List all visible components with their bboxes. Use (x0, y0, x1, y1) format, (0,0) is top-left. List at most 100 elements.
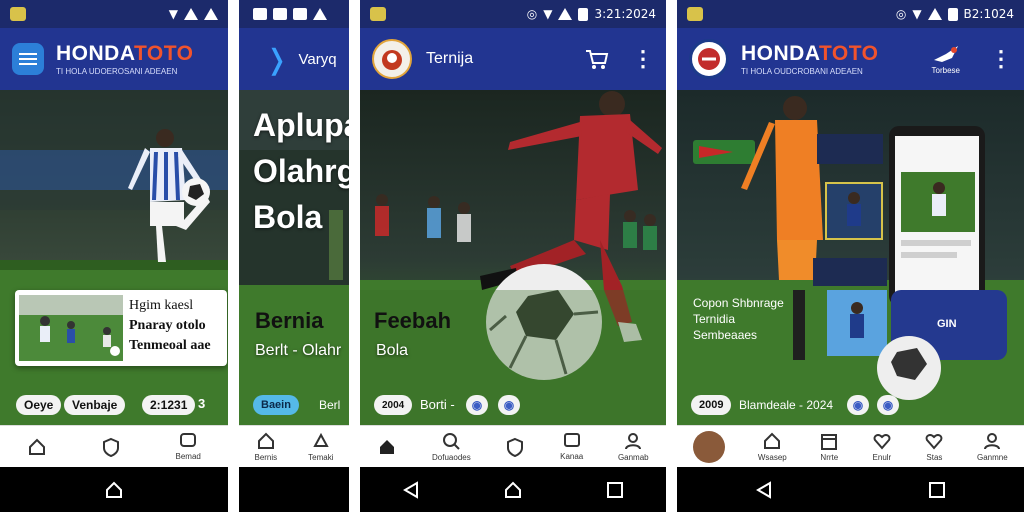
nav-calendar[interactable]: Nrrte (819, 431, 839, 462)
app-header: HONDATOTO TI HOLA UDOEROSANI ADEAEN (0, 28, 228, 90)
nav-shield[interactable] (101, 437, 121, 457)
chip-text: Blamdeale - 2024 (739, 398, 834, 412)
chip-dot-1[interactable]: ◉ (847, 395, 869, 415)
chip-dot-2[interactable]: ◉ (877, 395, 899, 415)
chip-dot-1[interactable]: ◉ (466, 395, 488, 415)
page-title: Ternija (426, 50, 474, 67)
promo-illustration (677, 90, 1024, 425)
home-icon[interactable] (503, 480, 523, 500)
hero-title-line-3: Bola (253, 199, 323, 235)
system-nav-bar (360, 467, 666, 512)
brand-tagline: TI HOLA OUDCROBANI ADEAEN (741, 66, 863, 76)
system-nav-bar (0, 467, 228, 512)
signal-icon (184, 8, 198, 20)
chip-date[interactable]: 2004 (374, 395, 413, 415)
menu-button[interactable] (12, 43, 44, 75)
signal-icon (927, 8, 942, 20)
recents-icon[interactable] (927, 480, 947, 500)
search-icon (443, 433, 461, 450)
nav-home[interactable] (377, 437, 397, 457)
app-header: Ternija ⋮ (360, 28, 666, 90)
more-vert-icon[interactable]: ⋮ (632, 46, 654, 72)
signal-icon (558, 8, 573, 20)
nav-avatar[interactable] (693, 430, 726, 463)
stadium-illustration (0, 90, 228, 425)
promo-line-1: Copon Shbnrage (693, 296, 784, 310)
nav-chat[interactable]: Kanaa (560, 432, 583, 461)
card-line-1: Hgim kaesl (129, 298, 194, 313)
heart-icon (873, 434, 891, 450)
promo-line-3: Sembeaaes (693, 328, 758, 342)
chip-year[interactable]: 2009 (691, 395, 732, 415)
system-nav-bar (239, 467, 349, 512)
chip-2[interactable]: Venbaje (64, 395, 126, 415)
bottom-nav: Bernis Temaki (239, 425, 349, 467)
calendar-icon (821, 434, 838, 450)
promo-line-2: Ternidia (693, 312, 736, 326)
hero-title-line-1: Aplupasi Bernja (253, 107, 349, 143)
hero-banner: Copon Shbnrage Ternidia Sembeaaes GIN 20… (677, 90, 1024, 425)
notification-icon (370, 7, 386, 21)
club-logo (689, 39, 729, 79)
nav-alerts[interactable]: Temaki (308, 431, 334, 462)
match-card[interactable]: Hgim kaesl Pnaray otolo Tenmeoal aae (15, 290, 227, 366)
nav-calendar-label: Nrrte (820, 453, 839, 462)
chip-text: Borti - (420, 397, 455, 412)
nav-alerts-label: Temaki (308, 453, 334, 462)
nav-search[interactable]: Dofuaodes (432, 431, 471, 462)
cart-icon[interactable] (584, 47, 610, 71)
page-title: Varyq (298, 50, 337, 68)
nav-chat-label: Bemad (175, 452, 201, 461)
nav-favorites[interactable]: Enulr (872, 431, 892, 462)
more-vert-icon[interactable]: ⋮ (990, 46, 1012, 72)
home-icon (257, 432, 274, 449)
phone-screen-3: ◎ ▼ 3:21:2024 Ternija ⋮ 2004 Borti - ◉ ◉… (360, 0, 666, 512)
nav-chat-label: Kanaa (560, 452, 584, 461)
status-bar: ◎ ▼ B2:1024 (677, 0, 1024, 28)
hero-title: Aplupasi Bernja Olahrgaga Bola (253, 102, 349, 240)
nav-shield[interactable] (505, 437, 525, 457)
chip-dot-2[interactable]: ◉ (498, 395, 520, 415)
bottom-nav: Wsasep Nrrte Enulr Stas Ganmne (677, 425, 1024, 467)
nav-favorites-label: Enulr (872, 453, 892, 462)
recents-icon[interactable] (605, 480, 625, 500)
heart-icon (926, 434, 943, 450)
hero-banner: Hgim kaesl Pnaray otolo Tenmeoal aae Oey… (0, 90, 228, 425)
nav-likes[interactable]: Stas (924, 431, 944, 462)
back-icon[interactable] (754, 480, 774, 500)
nav-profile[interactable]: Ganmab (618, 431, 649, 462)
promo-text: Copon Shbnrage Ternidia Sembeaaes (693, 295, 784, 343)
nav-home[interactable]: Wsasep (758, 431, 787, 462)
status-bar: ▼ (0, 0, 228, 28)
brand-logo: HONDATOTO (56, 41, 194, 65)
header-right-label: Torbese (931, 65, 960, 75)
chip-1[interactable]: Oeye (16, 395, 62, 415)
back-icon[interactable] (401, 480, 421, 500)
home-icon (380, 439, 395, 454)
signal-icon (313, 8, 327, 20)
alarm-icon: ◎ (526, 7, 538, 21)
wifi-icon: ▼ (543, 7, 553, 21)
shield-icon (507, 437, 524, 457)
nav-profile[interactable]: Ganmne (977, 431, 1008, 462)
status-time: B2:1024 (963, 7, 1014, 21)
home-icon (764, 432, 781, 449)
brand-tagline: TI HOLA UDOEROSANI ADEAEN (56, 66, 178, 76)
bottom-nav: Bemad (0, 425, 228, 467)
chip-3[interactable]: 2:1231 (142, 395, 196, 415)
brand-logo: HONDATOTO (741, 41, 879, 65)
status-time: 3:21:2024 (594, 7, 656, 21)
bird-icon (933, 45, 958, 62)
nav-home[interactable] (27, 437, 47, 457)
user-icon (625, 433, 642, 450)
chat-icon (180, 433, 197, 447)
card-line-2: Pnaray otolo (129, 318, 206, 333)
home-icon[interactable] (104, 480, 124, 500)
nav-chat[interactable]: Bemad (176, 432, 201, 461)
nav-home[interactable]: Bernis (254, 431, 277, 462)
notification-icon (293, 8, 307, 20)
chip-blue[interactable]: Baein (253, 395, 299, 415)
bell-icon (313, 432, 329, 447)
nav-home-label: Bernis (254, 453, 278, 462)
crest-icon (698, 48, 720, 70)
